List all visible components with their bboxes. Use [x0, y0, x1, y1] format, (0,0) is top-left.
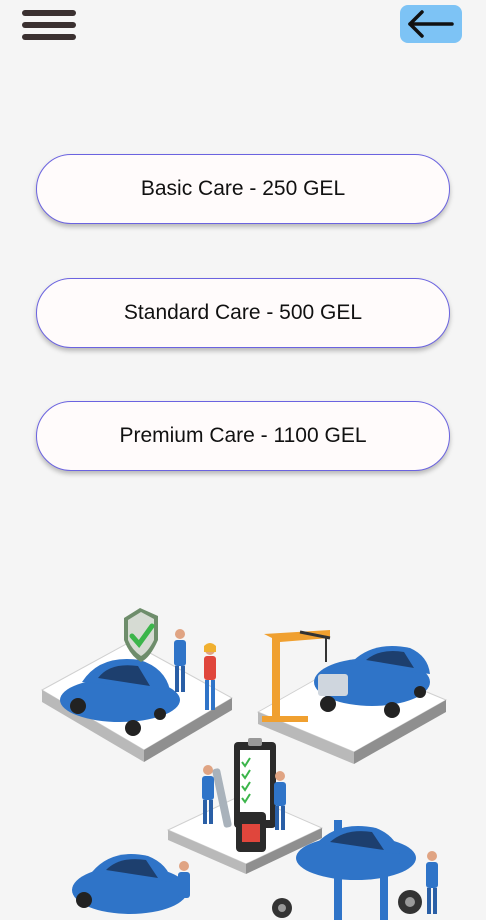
standard-care-button[interactable]: Standard Care - 500 GEL — [36, 278, 450, 348]
arrow-left-icon — [408, 10, 454, 38]
mechanic-figure — [426, 851, 438, 914]
plan-label: Premium Care - 1100 GEL — [119, 424, 367, 447]
back-button[interactable] — [400, 5, 462, 43]
premium-care-button[interactable]: Premium Care - 1100 GEL — [36, 401, 450, 471]
mechanic-figure — [178, 861, 190, 898]
car-service-illustration — [40, 608, 448, 920]
platform-car-inspection — [40, 608, 234, 762]
plan-label: Standard Care - 500 GEL — [123, 301, 363, 324]
platform-engine-lift — [256, 630, 448, 764]
basic-care-button[interactable]: Basic Care - 250 GEL — [36, 154, 450, 224]
menu-bar-middle — [22, 22, 76, 28]
menu-button[interactable] — [22, 10, 76, 40]
car-icon — [72, 854, 188, 914]
menu-bar-bottom — [22, 34, 76, 40]
oil-canister-icon — [236, 812, 266, 852]
plan-label: Basic Care - 250 GEL — [140, 177, 346, 200]
hamburger-menu-icon — [22, 10, 76, 16]
